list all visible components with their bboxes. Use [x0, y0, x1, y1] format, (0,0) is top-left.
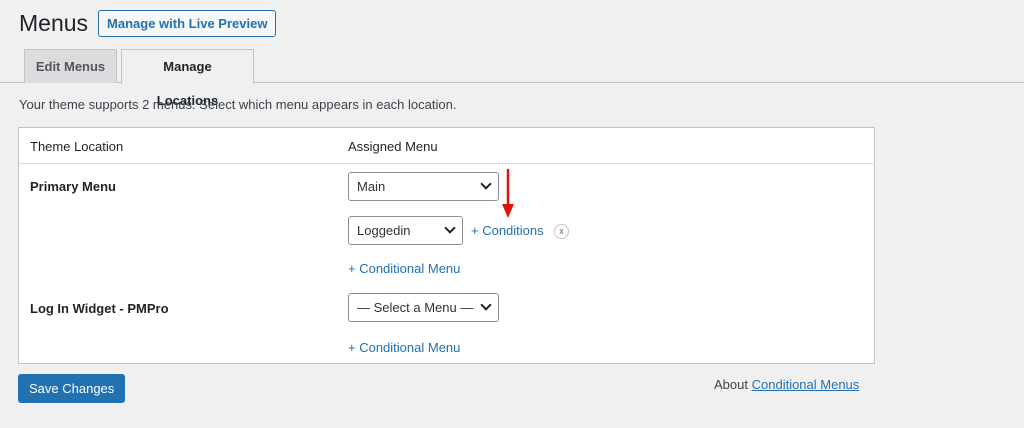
- page-title: Menus: [19, 10, 89, 36]
- login-widget-menu-select[interactable]: — Select a Menu —: [348, 293, 499, 322]
- manage-live-preview-button[interactable]: Manage with Live Preview: [98, 10, 277, 37]
- annotation-arrow-icon: [502, 168, 514, 218]
- table-header: Theme Location Assigned Menu: [19, 128, 874, 164]
- chevron-down-icon: [444, 222, 456, 234]
- location-label-login-widget: Log In Widget - PMPro: [30, 301, 169, 316]
- remove-conditional-icon[interactable]: x: [554, 224, 569, 239]
- chevron-down-icon: [480, 178, 492, 190]
- page-header: Menus Manage with Live Preview: [19, 10, 277, 37]
- primary-menu-select[interactable]: Main: [348, 172, 499, 201]
- conditional-menu-select-value: Loggedin: [357, 223, 411, 238]
- conditions-link[interactable]: + Conditions: [471, 223, 544, 238]
- locations-table: Theme Location Assigned Menu Primary Men…: [18, 127, 875, 364]
- about-prefix: About: [714, 377, 748, 392]
- nav-tabs: Edit Menus Manage Locations: [0, 49, 1024, 108]
- conditional-menu-select[interactable]: Loggedin: [348, 216, 463, 245]
- save-changes-button[interactable]: Save Changes: [18, 374, 126, 403]
- conditional-menus-link[interactable]: Conditional Menus: [752, 377, 860, 392]
- add-conditional-menu-link-login[interactable]: + Conditional Menu: [348, 340, 460, 355]
- tab-edit-menus[interactable]: Edit Menus: [24, 49, 117, 83]
- tab-manage-locations[interactable]: Manage Locations: [121, 49, 254, 108]
- about-conditional-menus: About Conditional Menus: [714, 377, 859, 392]
- add-conditional-menu-link-primary[interactable]: + Conditional Menu: [348, 261, 460, 276]
- column-assigned-menu: Assigned Menu: [348, 139, 438, 154]
- location-label-primary-menu: Primary Menu: [30, 179, 116, 194]
- primary-menu-select-value: Main: [357, 179, 386, 194]
- login-widget-select-value: — Select a Menu —: [357, 300, 474, 315]
- intro-text: Your theme supports 2 menus. Select whic…: [19, 97, 457, 112]
- chevron-down-icon: [480, 299, 492, 311]
- column-theme-location: Theme Location: [30, 139, 124, 154]
